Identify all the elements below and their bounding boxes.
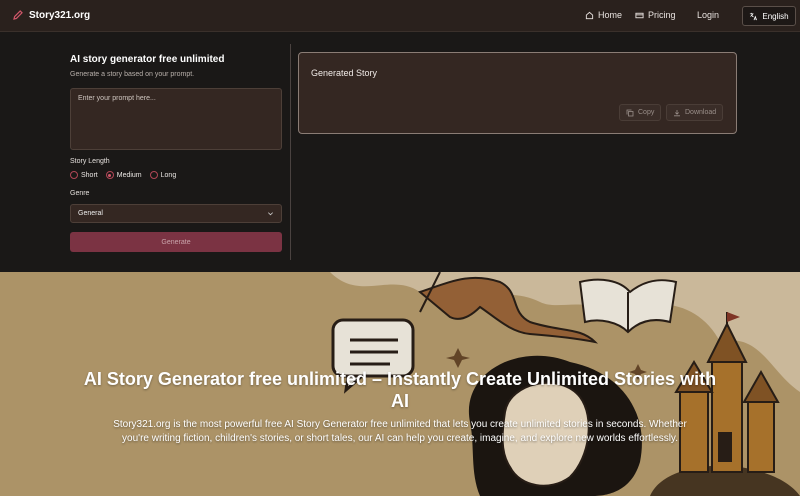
generated-story-title: Generated Story [311, 68, 378, 78]
brand-logo[interactable]: Story321.org [12, 9, 90, 21]
download-button[interactable]: Download [666, 104, 724, 121]
copy-icon [626, 109, 634, 116]
story-length-options: Short Medium Long [70, 171, 176, 179]
nav-home[interactable]: Home [585, 10, 622, 20]
hero-description: Story321.org is the most powerful free A… [113, 419, 687, 444]
length-option-short[interactable]: Short [70, 171, 98, 179]
radio-icon [149, 171, 158, 179]
download-icon [674, 109, 680, 116]
panel-divider [290, 44, 291, 260]
genre-label: Genre [70, 190, 90, 197]
length-option-medium[interactable]: Medium [105, 171, 142, 179]
story-length-label: Story Length [70, 158, 110, 165]
generator-section: AI story generator free unlimited Genera… [0, 32, 800, 272]
copy-button[interactable]: Copy [619, 104, 662, 121]
radio-selected-icon [105, 171, 114, 179]
hero-section: AI Story Generator free unlimited – Inst… [0, 272, 800, 496]
login-link[interactable]: Login [697, 10, 719, 20]
length-option-long[interactable]: Long [149, 171, 176, 179]
generator-subtitle: Generate a story based on your prompt. [70, 71, 195, 78]
genre-select[interactable]: General [70, 204, 282, 223]
generated-story-panel: Generated Story Copy Download [298, 52, 737, 134]
pencil-icon [13, 10, 23, 20]
radio-icon [70, 171, 78, 179]
genre-value: General [78, 210, 103, 217]
translate-icon [750, 12, 758, 20]
language-button[interactable]: English [742, 6, 796, 26]
brand-name: Story321.org [29, 9, 91, 21]
nav-pricing[interactable]: Pricing [635, 10, 676, 20]
navbar: Story321.org Home Pricing Login English [0, 0, 800, 32]
home-icon [585, 11, 594, 19]
card-icon [635, 12, 644, 18]
hero-title: AI Story Generator free unlimited – Inst… [83, 369, 717, 411]
chevron-down-icon [268, 212, 273, 216]
generator-title: AI story generator free unlimited [70, 54, 225, 65]
generate-button[interactable]: Generate [70, 232, 282, 252]
prompt-input[interactable] [70, 88, 282, 150]
